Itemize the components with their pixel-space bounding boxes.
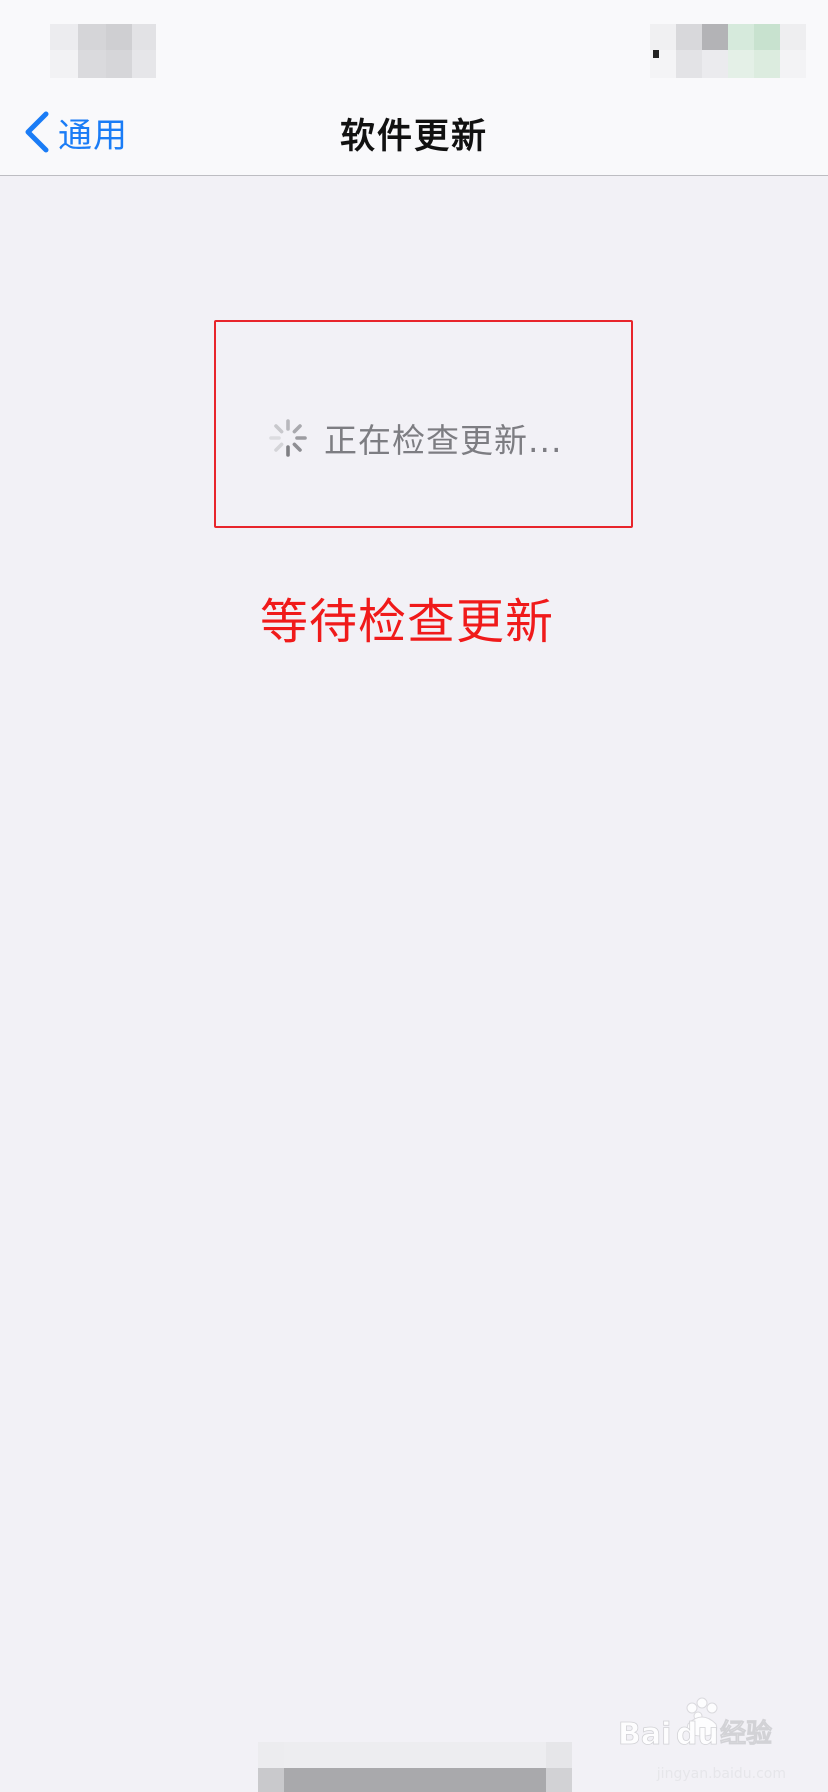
- svg-text:du: du: [676, 1717, 719, 1752]
- page-title: 软件更新: [339, 117, 488, 157]
- svg-text:经验: 经验: [720, 1718, 772, 1749]
- checking-update-status: 正在检查更新...: [268, 412, 562, 464]
- status-bar-time-blurred: [50, 24, 156, 78]
- watermark-url: jingyan.baidu.com: [656, 1766, 786, 1782]
- status-bar: [0, 0, 828, 88]
- loading-spinner-icon: [269, 419, 307, 457]
- home-indicator-blurred: [258, 1742, 572, 1792]
- checking-update-text: 正在检查更新...: [324, 421, 563, 460]
- baidu-logo-icon: Bai du 经验: [618, 1697, 772, 1752]
- annotation-text: 等待检查更新: [260, 594, 555, 650]
- status-bar-icons-blurred: [650, 24, 806, 78]
- baidu-jingyan-watermark: Bai du 经验: [616, 1696, 786, 1756]
- navigation-bar: 通用 软件更新: [0, 88, 828, 176]
- svg-text:Bai: Bai: [618, 1717, 671, 1752]
